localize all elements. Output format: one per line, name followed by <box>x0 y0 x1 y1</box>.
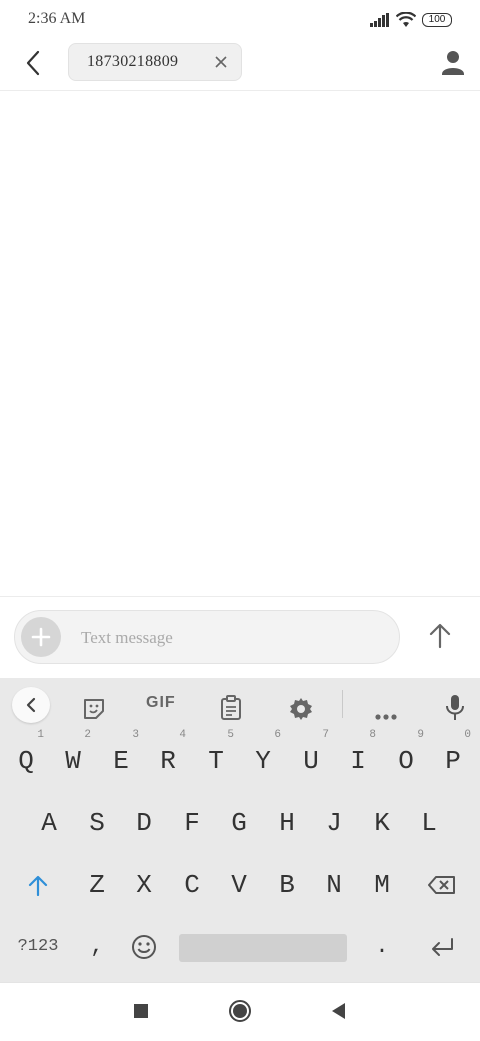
key-q[interactable]: Q1 <box>6 730 46 786</box>
more-options-icon[interactable] <box>374 700 398 734</box>
key-w[interactable]: W2 <box>53 730 93 786</box>
key-hint: 2 <box>84 729 91 741</box>
key-p[interactable]: P0 <box>433 730 473 786</box>
key-row-1: Q1 W2 E3 R4 T5 Y6 U7 I8 O9 P0 <box>0 730 480 786</box>
enter-return-icon <box>432 938 453 957</box>
key-row-2: A S D F G H J K L <box>0 798 480 848</box>
enter-key[interactable] <box>422 922 462 972</box>
key-b[interactable]: B <box>267 860 307 910</box>
microphone-icon[interactable] <box>445 691 465 725</box>
key-hint: 7 <box>322 729 329 741</box>
key-hint: 8 <box>369 729 376 741</box>
conversation-header: 18730218809 <box>0 40 480 91</box>
shift-arrow-icon <box>28 876 48 897</box>
recipient-chip[interactable]: 18730218809 <box>68 43 242 81</box>
period-key[interactable]: . <box>362 922 402 972</box>
keyboard-toolbar: GIF <box>0 678 480 732</box>
key-a[interactable]: A <box>29 798 69 848</box>
chevron-left-icon <box>26 697 36 713</box>
emoji-smile-icon <box>132 935 156 960</box>
status-bar: 2:36 AM 100 <box>0 0 480 40</box>
key-x[interactable]: X <box>124 860 164 910</box>
add-attachment-button[interactable] <box>21 617 61 657</box>
emoji-key[interactable] <box>124 922 164 972</box>
toolbar-collapse-button[interactable] <box>12 687 50 723</box>
status-time: 2:36 AM <box>28 10 86 27</box>
compose-bar <box>0 596 480 679</box>
key-hint: 0 <box>464 729 471 741</box>
home-circle-icon[interactable] <box>228 999 252 1023</box>
gear-icon[interactable] <box>289 692 313 726</box>
key-k[interactable]: K <box>362 798 402 848</box>
key-u[interactable]: U7 <box>291 730 331 786</box>
backspace-key[interactable] <box>422 860 462 910</box>
key-hint: 1 <box>37 729 44 741</box>
battery-icon: 100 <box>422 13 452 27</box>
sticker-icon[interactable] <box>82 692 106 726</box>
clipboard-icon[interactable] <box>220 691 242 725</box>
comma-key[interactable]: , <box>77 922 117 972</box>
back-arrow-icon[interactable] <box>22 50 46 76</box>
key-hint: 5 <box>227 729 234 741</box>
gif-button[interactable]: GIF <box>146 694 176 712</box>
key-row-bottom: ?123 , . <box>0 922 480 972</box>
key-e[interactable]: E3 <box>101 730 141 786</box>
key-hint: 6 <box>274 729 281 741</box>
close-icon[interactable] <box>215 56 227 68</box>
key-t[interactable]: T5 <box>196 730 236 786</box>
key-s[interactable]: S <box>77 798 117 848</box>
status-icons: 100 <box>370 12 452 28</box>
key-c[interactable]: C <box>172 860 212 910</box>
recipient-number: 18730218809 <box>87 53 179 70</box>
key-h[interactable]: H <box>267 798 307 848</box>
back-triangle-icon[interactable] <box>326 999 350 1023</box>
shift-key[interactable] <box>18 860 58 910</box>
message-input[interactable] <box>79 623 383 653</box>
key-hint: 9 <box>417 729 424 741</box>
key-r[interactable]: R4 <box>148 730 188 786</box>
key-row-3: Z X C V B N M <box>0 860 480 910</box>
space-key[interactable] <box>179 934 347 962</box>
compose-field <box>14 610 400 664</box>
key-g[interactable]: G <box>219 798 259 848</box>
signal-icon <box>370 13 389 27</box>
symbols-key[interactable]: ?123 <box>10 922 66 972</box>
key-i[interactable]: I8 <box>338 730 378 786</box>
key-l[interactable]: L <box>409 798 449 848</box>
plus-icon <box>31 627 51 647</box>
key-n[interactable]: N <box>314 860 354 910</box>
key-z[interactable]: Z <box>77 860 117 910</box>
key-hint: 3 <box>132 729 139 741</box>
key-f[interactable]: F <box>172 798 212 848</box>
message-list <box>0 91 480 596</box>
key-m[interactable]: M <box>362 860 402 910</box>
backspace-icon <box>428 876 455 895</box>
contact-person-icon[interactable] <box>442 50 464 76</box>
key-o[interactable]: O9 <box>386 730 426 786</box>
key-v[interactable]: V <box>219 860 259 910</box>
wifi-icon <box>396 12 416 27</box>
keyboard: GIF Q1 W2 E3 R4 T5 Y6 U7 I8 O9 P0 A S D … <box>0 678 480 982</box>
key-y[interactable]: Y6 <box>243 730 283 786</box>
toolbar-divider <box>342 690 343 718</box>
system-nav-bar <box>0 982 480 1041</box>
key-hint: 4 <box>179 729 186 741</box>
key-j[interactable]: J <box>314 798 354 848</box>
send-arrow-icon[interactable] <box>428 623 452 649</box>
recents-square-icon[interactable] <box>129 999 153 1023</box>
key-d[interactable]: D <box>124 798 164 848</box>
